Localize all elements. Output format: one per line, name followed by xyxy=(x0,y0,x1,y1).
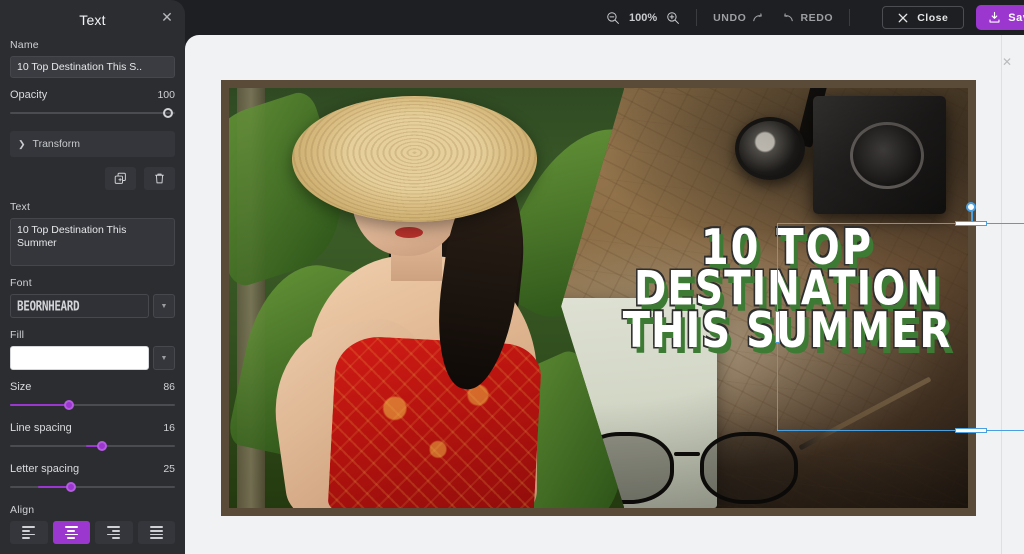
fill-label: Fill xyxy=(10,329,25,341)
align-button-group xyxy=(10,521,175,544)
trash-icon xyxy=(155,173,164,184)
line-spacing-slider-knob[interactable] xyxy=(97,441,108,451)
redo-button[interactable]: REDO xyxy=(780,12,833,24)
font-selector[interactable]: BEORNHEARD ▼ xyxy=(10,294,175,318)
design-composition: 10 TOP DESTINATION THIS SUMMER xyxy=(229,88,968,508)
align-center-button[interactable] xyxy=(52,521,90,544)
opacity-slider[interactable] xyxy=(10,107,175,119)
line-spacing-label: Line spacing xyxy=(10,422,72,434)
artboard[interactable]: 10 TOP DESTINATION THIS SUMMER xyxy=(221,80,976,516)
letter-spacing-label: Letter spacing xyxy=(10,463,80,475)
zoom-controls: 100% xyxy=(606,11,680,25)
font-value-box[interactable]: BEORNHEARD xyxy=(10,294,149,318)
font-name: BEORNHEARD xyxy=(17,298,80,314)
undo-label: UNDO xyxy=(713,11,747,24)
size-value: 86 xyxy=(163,381,175,393)
zoom-out-button[interactable] xyxy=(606,11,620,25)
size-slider-fill xyxy=(10,404,68,406)
text-input[interactable]: 10 Top Destination This Summer xyxy=(10,218,175,266)
line-spacing-value: 16 xyxy=(163,422,175,434)
opacity-value: 100 xyxy=(157,89,175,101)
size-slider[interactable] xyxy=(10,399,175,411)
delete-button[interactable] xyxy=(144,167,175,190)
size-row: Size 86 xyxy=(10,381,175,393)
opacity-slider-track xyxy=(10,112,175,114)
text-label: Text xyxy=(10,201,31,213)
letter-spacing-row: Letter spacing 25 xyxy=(10,463,175,475)
close-button[interactable]: Close xyxy=(882,6,965,29)
straw-hat-image xyxy=(292,96,538,223)
glasses-bridge xyxy=(673,452,701,457)
glasses-right-lens xyxy=(700,432,799,504)
text-properties-panel: ✕ Text Name 10 Top Destination This S.. … xyxy=(0,0,185,554)
zoom-in-button[interactable] xyxy=(666,11,680,25)
zoom-in-icon xyxy=(667,11,680,24)
letter-spacing-value: 25 xyxy=(163,463,175,475)
line-spacing-slider[interactable] xyxy=(10,440,175,452)
canvas-close-icon[interactable]: ✕ xyxy=(1000,55,1014,69)
line-spacing-row: Line spacing 16 xyxy=(10,422,175,434)
history-controls: UNDO REDO xyxy=(713,12,833,24)
letter-spacing-slider-knob[interactable] xyxy=(66,482,77,492)
font-dropdown-caret[interactable]: ▼ xyxy=(153,294,175,318)
letter-spacing-slider[interactable] xyxy=(10,481,175,493)
lips-image xyxy=(395,226,423,238)
editor-app: ✕ Text Name 10 Top Destination This S.. … xyxy=(0,0,1024,554)
align-left-button[interactable] xyxy=(10,521,48,544)
close-x-icon xyxy=(898,13,908,22)
panel-title: Text xyxy=(79,12,106,28)
fill-color-swatch[interactable] xyxy=(10,346,149,370)
layer-actions xyxy=(10,167,175,190)
toolbar-divider-1 xyxy=(696,9,698,26)
undo-button[interactable]: UNDO xyxy=(713,12,766,24)
name-label: Name xyxy=(10,39,39,51)
close-button-label: Close xyxy=(917,11,949,24)
duplicate-icon xyxy=(114,172,126,184)
align-right-icon xyxy=(107,526,121,539)
panel-close-icon[interactable]: ✕ xyxy=(159,9,175,25)
camera-lens-image xyxy=(735,117,806,181)
save-button[interactable]: Save xyxy=(976,5,1024,30)
duplicate-button[interactable] xyxy=(105,167,136,190)
transform-section-toggle[interactable]: ❯ Transform xyxy=(10,131,175,157)
font-label: Font xyxy=(10,277,32,289)
letter-spacing-slider-track xyxy=(10,486,175,488)
zoom-level: 100% xyxy=(628,11,658,24)
opacity-row: Opacity 100 xyxy=(10,89,175,101)
transform-label: Transform xyxy=(32,138,80,150)
top-toolbar: 100% UNDO REDO Close Sa xyxy=(185,0,1024,35)
size-slider-knob[interactable] xyxy=(64,400,75,410)
editor-main: 100% UNDO REDO Close Sa 10 TOP DESTINATI… xyxy=(185,0,1024,554)
undo-arrow-icon xyxy=(753,12,763,21)
opacity-label: Opacity xyxy=(10,89,48,101)
name-input[interactable]: 10 Top Destination This S.. xyxy=(10,56,175,78)
red-dress-image xyxy=(327,334,542,508)
chevron-right-icon: ❯ xyxy=(18,138,26,149)
align-center-icon xyxy=(64,526,78,539)
align-justify-button[interactable] xyxy=(137,521,175,544)
camera-mount-image xyxy=(849,121,924,189)
save-button-label: Save xyxy=(1008,11,1024,24)
download-icon xyxy=(989,11,1000,23)
zoom-out-icon xyxy=(607,11,619,24)
align-left-icon xyxy=(22,526,36,539)
toolbar-divider-2 xyxy=(849,9,851,26)
size-label: Size xyxy=(10,381,32,393)
redo-label: REDO xyxy=(800,11,834,24)
canvas-workspace[interactable]: 10 TOP DESTINATION THIS SUMMER ✕ xyxy=(185,35,1024,554)
align-right-button[interactable] xyxy=(95,521,133,544)
align-justify-icon xyxy=(149,526,163,539)
canvas-right-divider xyxy=(1001,35,1002,554)
fill-selector[interactable]: ▼ xyxy=(10,346,175,370)
redo-arrow-icon xyxy=(784,12,794,21)
fill-dropdown-caret[interactable]: ▼ xyxy=(153,346,175,370)
pencil-image xyxy=(798,376,931,451)
opacity-slider-knob[interactable] xyxy=(163,108,173,118)
align-label: Align xyxy=(10,504,35,516)
